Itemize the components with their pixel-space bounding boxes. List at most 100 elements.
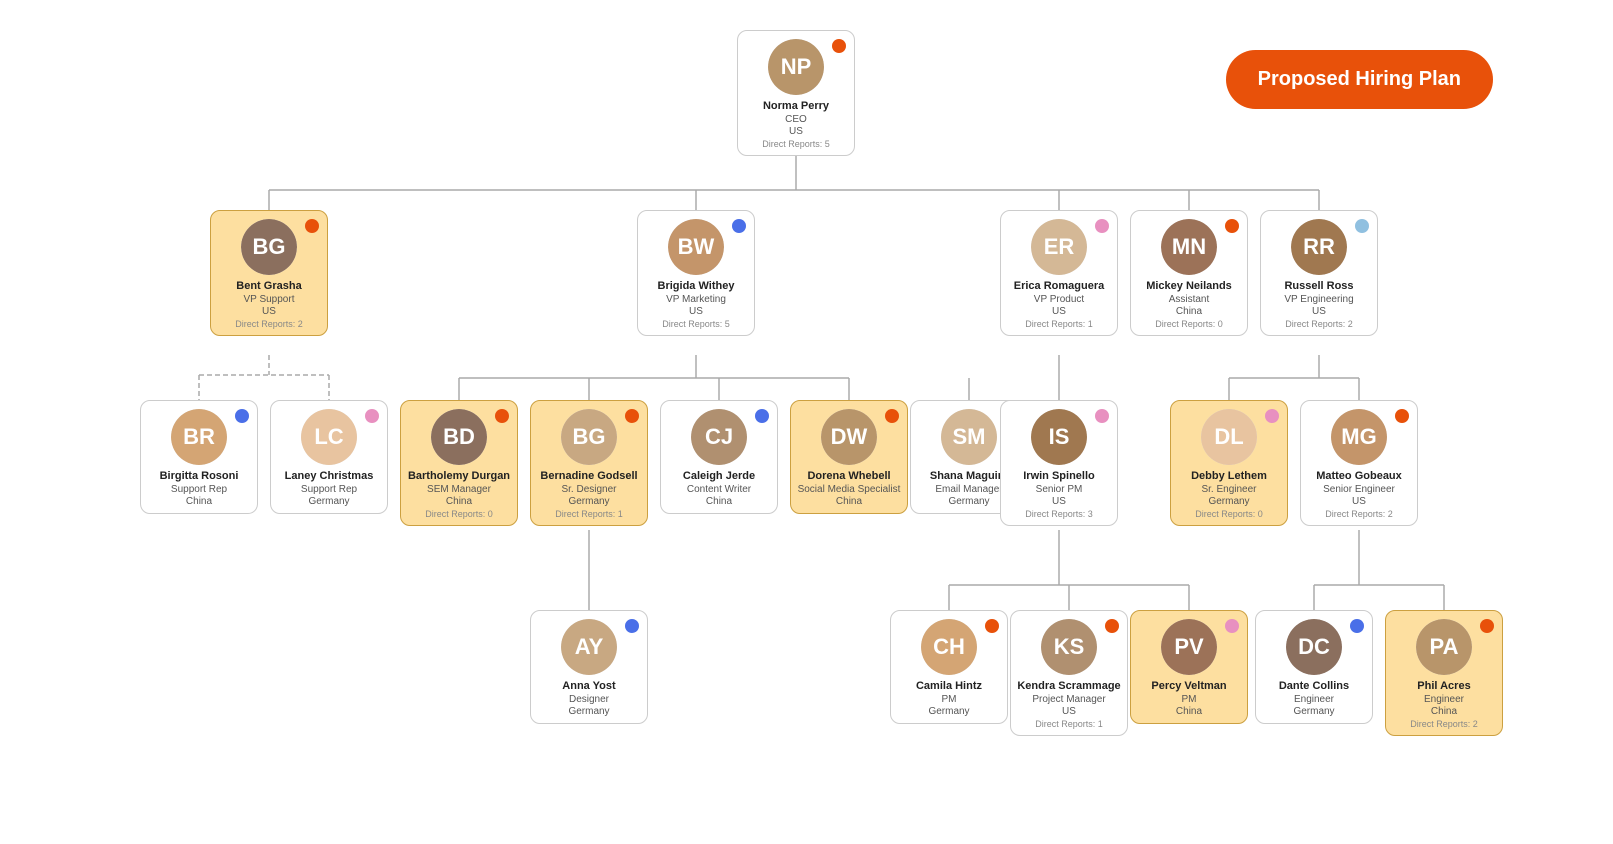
node-name: Russell Ross	[1267, 279, 1371, 293]
node-anna-yost[interactable]: AY Anna Yost Designer Germany	[530, 610, 648, 724]
status-dot	[1265, 409, 1279, 423]
status-dot	[365, 409, 379, 423]
status-dot	[1350, 619, 1364, 633]
node-phil-acres[interactable]: PA Phil Acres Engineer China Direct Repo…	[1385, 610, 1503, 736]
node-reports: Direct Reports: 2	[1392, 719, 1496, 729]
node-name: Erica Romaguera	[1007, 279, 1111, 293]
avatar-face: RR	[1291, 219, 1347, 275]
node-country: US	[1017, 706, 1121, 717]
org-chart: Proposed Hiring Plan NP Norma Perry CEO …	[0, 0, 1613, 844]
node-name: Bent Grasha	[217, 279, 321, 293]
node-bartholemy-durgan[interactable]: BD Bartholemy Durgan SEM Manager China D…	[400, 400, 518, 526]
node-camila-hintz[interactable]: CH Camila Hintz PM Germany	[890, 610, 1008, 724]
node-dorena-whebell[interactable]: DW Dorena Whebell Social Media Specialis…	[790, 400, 908, 514]
node-russell-ross[interactable]: RR Russell Ross VP Engineering US Direct…	[1260, 210, 1378, 336]
avatar: MG	[1331, 409, 1387, 465]
avatar: MN	[1161, 219, 1217, 275]
status-dot	[235, 409, 249, 423]
node-matteo-gobeaux[interactable]: MG Matteo Gobeaux Senior Engineer US Dir…	[1300, 400, 1418, 526]
proposed-hiring-plan-button[interactable]: Proposed Hiring Plan	[1226, 50, 1493, 109]
node-name: Percy Veltman	[1137, 679, 1241, 693]
avatar-face: BD	[431, 409, 487, 465]
avatar-face: IS	[1031, 409, 1087, 465]
node-country: China	[147, 496, 251, 507]
status-dot	[305, 219, 319, 233]
node-bernadine-godsell[interactable]: BG Bernadine Godsell Sr. Designer German…	[530, 400, 648, 526]
avatar: SM	[941, 409, 997, 465]
status-dot	[495, 409, 509, 423]
node-country: Germany	[1177, 496, 1281, 507]
node-role: PM	[1137, 693, 1241, 706]
node-role: PM	[897, 693, 1001, 706]
node-role: Support Rep	[147, 483, 251, 496]
node-mickey-neilands[interactable]: MN Mickey Neilands Assistant China Direc…	[1130, 210, 1248, 336]
node-name: Brigida Withey	[644, 279, 748, 293]
node-role: Support Rep	[277, 483, 381, 496]
node-name: Laney Christmas	[277, 469, 381, 483]
node-percy-veltman[interactable]: PV Percy Veltman PM China	[1130, 610, 1248, 724]
node-reports: Direct Reports: 2	[1307, 509, 1411, 519]
avatar: NP	[768, 39, 824, 95]
avatar: RR	[1291, 219, 1347, 275]
node-reports: Direct Reports: 0	[1137, 319, 1241, 329]
node-country: China	[1392, 706, 1496, 717]
node-irwin-spinello[interactable]: IS Irwin Spinello Senior PM US Direct Re…	[1000, 400, 1118, 526]
node-role: VP Engineering	[1267, 293, 1371, 306]
node-role: Assistant	[1137, 293, 1241, 306]
node-reports: Direct Reports: 5	[744, 139, 848, 149]
node-country: China	[667, 496, 771, 507]
avatar-face: SM	[941, 409, 997, 465]
node-name: Dante Collins	[1262, 679, 1366, 693]
node-dante-collins[interactable]: DC Dante Collins Engineer Germany	[1255, 610, 1373, 724]
node-debby-lethem[interactable]: DL Debby Lethem Sr. Engineer Germany Dir…	[1170, 400, 1288, 526]
node-bent-grasha[interactable]: BG Bent Grasha VP Support US Direct Repo…	[210, 210, 328, 336]
node-country: Germany	[277, 496, 381, 507]
node-name: Bernadine Godsell	[537, 469, 641, 483]
node-caleigh-jerde[interactable]: CJ Caleigh Jerde Content Writer China	[660, 400, 778, 514]
node-country: Germany	[537, 496, 641, 507]
node-norma-perry[interactable]: NP Norma Perry CEO US Direct Reports: 5	[737, 30, 855, 156]
avatar: ER	[1031, 219, 1087, 275]
node-role: VP Product	[1007, 293, 1111, 306]
avatar-face: NP	[768, 39, 824, 95]
avatar: PV	[1161, 619, 1217, 675]
node-reports: Direct Reports: 1	[537, 509, 641, 519]
avatar: LC	[301, 409, 357, 465]
avatar-face: CH	[921, 619, 977, 675]
node-role: Designer	[537, 693, 641, 706]
status-dot	[832, 39, 846, 53]
node-role: Social Media Specialist	[797, 483, 901, 496]
avatar-face: CJ	[691, 409, 747, 465]
avatar-face: MN	[1161, 219, 1217, 275]
node-country: US	[1007, 306, 1111, 317]
node-country: China	[407, 496, 511, 507]
avatar-face: AY	[561, 619, 617, 675]
node-role: Senior PM	[1007, 483, 1111, 496]
node-birgitta-rosoni[interactable]: BR Birgitta Rosoni Support Rep China	[140, 400, 258, 514]
node-name: Camila Hintz	[897, 679, 1001, 693]
node-name: Phil Acres	[1392, 679, 1496, 693]
avatar: DW	[821, 409, 877, 465]
node-reports: Direct Reports: 1	[1017, 719, 1121, 729]
node-country: US	[744, 126, 848, 137]
node-reports: Direct Reports: 3	[1007, 509, 1111, 519]
status-dot	[755, 409, 769, 423]
node-country: US	[644, 306, 748, 317]
avatar-face: PV	[1161, 619, 1217, 675]
status-dot	[625, 619, 639, 633]
node-laney-christmas[interactable]: LC Laney Christmas Support Rep Germany	[270, 400, 388, 514]
avatar: IS	[1031, 409, 1087, 465]
node-reports: Direct Reports: 1	[1007, 319, 1111, 329]
node-country: US	[1307, 496, 1411, 507]
node-country: China	[1137, 706, 1241, 717]
avatar: DL	[1201, 409, 1257, 465]
avatar-face: BG	[241, 219, 297, 275]
node-kendra-scrammage[interactable]: KS Kendra Scrammage Project Manager US D…	[1010, 610, 1128, 736]
node-role: Engineer	[1392, 693, 1496, 706]
avatar-face: ER	[1031, 219, 1087, 275]
node-brigida-withey[interactable]: BW Brigida Withey VP Marketing US Direct…	[637, 210, 755, 336]
avatar: KS	[1041, 619, 1097, 675]
node-role: SEM Manager	[407, 483, 511, 496]
node-erica-romaguera[interactable]: ER Erica Romaguera VP Product US Direct …	[1000, 210, 1118, 336]
status-dot	[985, 619, 999, 633]
